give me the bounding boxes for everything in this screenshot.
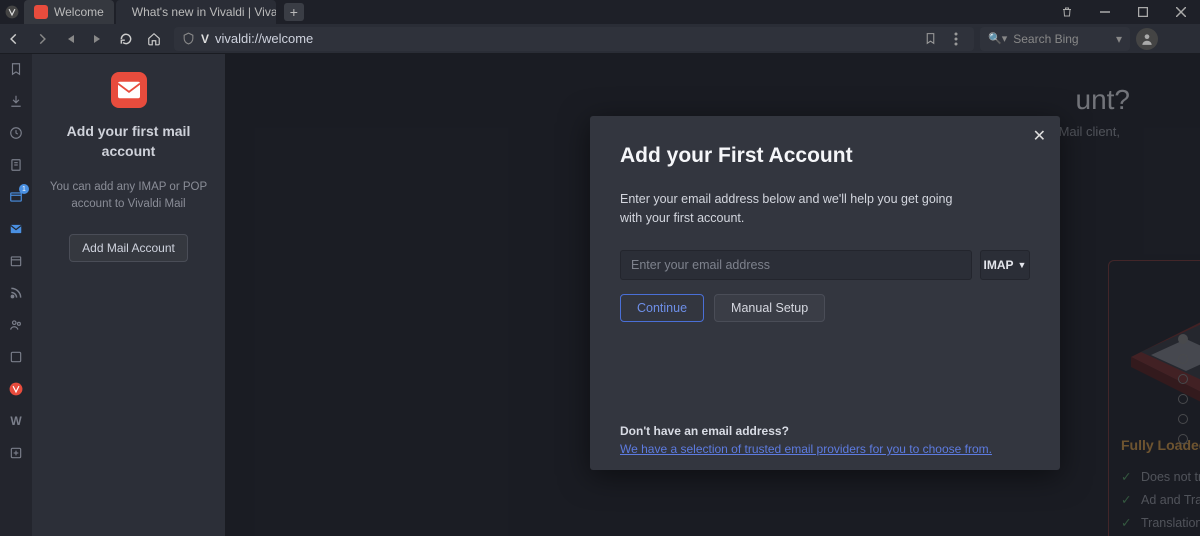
mail-sidebar: Add your first mail account You can add … — [32, 54, 226, 536]
modal-title: Add your First Account — [620, 144, 1030, 168]
toolbar: V vivaldi://welcome 🔍▾ Search Bing ▾ — [0, 24, 1200, 54]
forward-button[interactable] — [28, 25, 56, 53]
contacts-panel-icon[interactable] — [7, 316, 25, 334]
maximize-button[interactable] — [1124, 0, 1162, 24]
search-placeholder: Search Bing — [1013, 32, 1078, 46]
url-text: vivaldi://welcome — [215, 31, 313, 46]
tab-label: What's new in Vivaldi | Viva — [132, 5, 276, 19]
fast-forward-button[interactable] — [84, 25, 112, 53]
notes-panel-icon[interactable] — [7, 156, 25, 174]
address-field[interactable]: V vivaldi://welcome — [174, 27, 974, 51]
bookmarks-panel-icon[interactable] — [7, 60, 25, 78]
panel-badge: 1 — [19, 184, 29, 194]
bookmark-icon[interactable] — [920, 27, 940, 51]
tab-welcome[interactable]: Welcome — [24, 0, 114, 24]
reader-mode-icon[interactable] — [946, 27, 966, 51]
vivaldi-logo-icon[interactable] — [0, 0, 24, 24]
close-window-button[interactable] — [1162, 0, 1200, 24]
new-tab-button[interactable]: + — [284, 3, 304, 21]
add-account-modal: ✕ Add your First Account Enter your emai… — [590, 116, 1060, 470]
mail-sidebar-desc: You can add any IMAP or POP account to V… — [48, 179, 209, 214]
modal-desc: Enter your email address below and we'll… — [620, 190, 960, 228]
downloads-panel-icon[interactable] — [7, 92, 25, 110]
chevron-down-icon[interactable]: ▾ — [1116, 32, 1122, 46]
add-panel-icon[interactable] — [7, 444, 25, 462]
tab-whats-new[interactable]: What's new in Vivaldi | Viva — [116, 0, 276, 24]
close-icon[interactable]: ✕ — [1033, 126, 1046, 146]
email-input[interactable] — [620, 250, 972, 280]
continue-button[interactable]: Continue — [620, 294, 704, 322]
mail-sidebar-title: Add your first mail account — [48, 122, 209, 161]
vivaldi-scheme-icon: V — [201, 32, 209, 46]
vivaldi-panel-icon[interactable] — [7, 380, 25, 398]
history-panel-icon[interactable] — [7, 124, 25, 142]
trusted-providers-link[interactable]: We have a selection of trusted email pro… — [620, 442, 992, 456]
trash-icon[interactable] — [1048, 0, 1086, 24]
search-box[interactable]: 🔍▾ Search Bing ▾ — [980, 27, 1130, 51]
window-panel-icon[interactable]: 1 — [7, 188, 25, 206]
chevron-down-icon: ▼ — [1018, 260, 1027, 270]
home-button[interactable] — [140, 25, 168, 53]
feeds-panel-icon[interactable] — [7, 284, 25, 302]
tasks-panel-icon[interactable] — [7, 348, 25, 366]
search-engine-icon[interactable]: 🔍▾ — [988, 32, 1007, 45]
back-button[interactable] — [0, 25, 28, 53]
reload-button[interactable] — [112, 25, 140, 53]
shield-icon[interactable] — [182, 32, 195, 45]
tab-label: Welcome — [54, 5, 104, 19]
wikipedia-panel-icon[interactable]: W — [7, 412, 25, 430]
modal-foot-question: Don't have an email address? — [620, 424, 992, 438]
add-mail-account-button[interactable]: Add Mail Account — [69, 234, 188, 262]
protocol-dropdown[interactable]: IMAP ▼ — [980, 250, 1030, 280]
titlebar: Welcome What's new in Vivaldi | Viva + — [0, 0, 1200, 24]
panel-bar: 1 W — [0, 54, 32, 536]
protocol-value: IMAP — [984, 258, 1014, 272]
minimize-button[interactable] — [1086, 0, 1124, 24]
profile-button[interactable] — [1136, 28, 1158, 50]
rewind-button[interactable] — [56, 25, 84, 53]
mail-icon — [111, 72, 147, 108]
calendar-panel-icon[interactable] — [7, 252, 25, 270]
page-content: unt? as a built-in Mail client, Essentia… — [226, 54, 1200, 536]
vivaldi-favicon-icon — [34, 5, 48, 19]
manual-setup-button[interactable]: Manual Setup — [714, 294, 825, 322]
mail-panel-icon[interactable] — [7, 220, 25, 238]
